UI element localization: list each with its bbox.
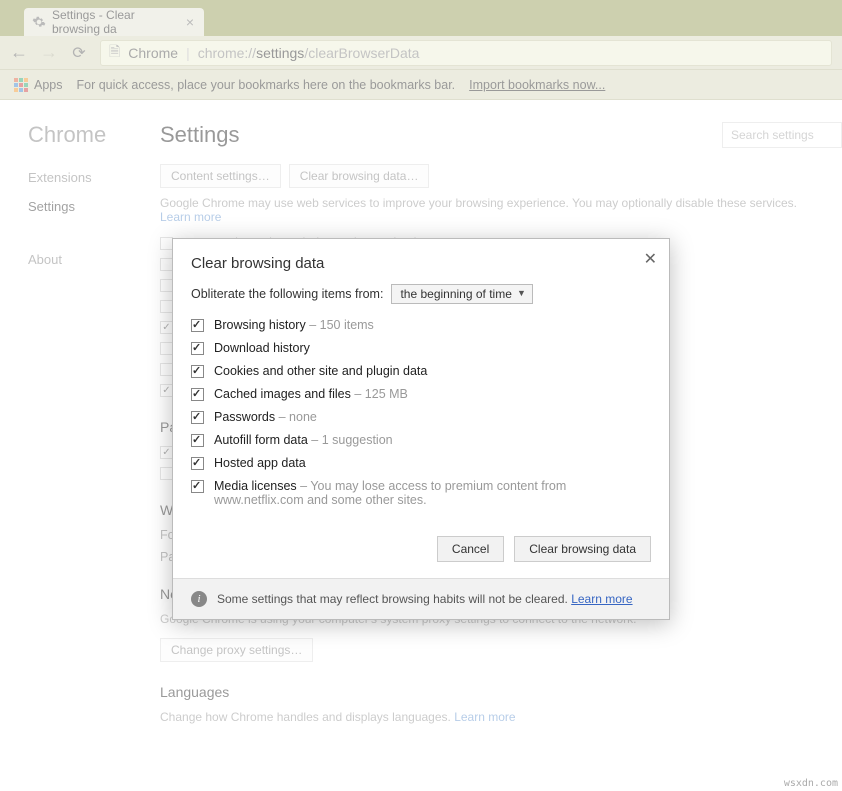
option-label: Download history: [214, 341, 310, 355]
checkbox[interactable]: [191, 342, 204, 355]
info-icon: i: [191, 591, 207, 607]
checkbox[interactable]: [191, 411, 204, 424]
cancel-button[interactable]: Cancel: [437, 536, 504, 562]
dialog-footer: i Some settings that may reflect browsin…: [173, 578, 669, 619]
source-watermark: wsxdn.com: [784, 778, 838, 789]
range-label: Obliterate the following items from:: [191, 287, 383, 301]
clear-data-option[interactable]: Hosted app data: [191, 456, 651, 470]
checkbox[interactable]: [191, 365, 204, 378]
checkbox[interactable]: [191, 457, 204, 470]
clear-data-option[interactable]: Download history: [191, 341, 651, 355]
option-label: Cookies and other site and plugin data: [214, 364, 427, 378]
clear-data-option[interactable]: Passwords – none: [191, 410, 651, 424]
checkbox[interactable]: [191, 480, 204, 493]
option-label: Cached images and files: [214, 387, 351, 401]
clear-data-option[interactable]: Cookies and other site and plugin data: [191, 364, 651, 378]
checkbox[interactable]: [191, 319, 204, 332]
option-label: Hosted app data: [214, 456, 306, 470]
option-detail: – none: [279, 410, 317, 424]
clear-browsing-data-dialog: ✕ Clear browsing data Obliterate the fol…: [172, 238, 670, 620]
clear-data-option[interactable]: Browsing history – 150 items: [191, 318, 651, 332]
clear-data-option[interactable]: Autofill form data – 1 suggestion: [191, 433, 651, 447]
clear-data-button[interactable]: Clear browsing data: [514, 536, 651, 562]
learn-more-link[interactable]: Learn more: [571, 592, 632, 606]
clear-data-option[interactable]: Media licenses – You may lose access to …: [191, 479, 651, 507]
option-label: Autofill form data: [214, 433, 308, 447]
dialog-title: Clear browsing data: [173, 239, 669, 278]
option-detail: – 125 MB: [354, 387, 408, 401]
option-label: Media licenses: [214, 479, 297, 493]
close-icon[interactable]: ✕: [644, 249, 657, 269]
clear-data-option[interactable]: Cached images and files – 125 MB: [191, 387, 651, 401]
checkbox[interactable]: [191, 434, 204, 447]
option-detail: – 150 items: [309, 318, 374, 332]
option-detail: – 1 suggestion: [311, 433, 392, 447]
modal-overlay: ✕ Clear browsing data Obliterate the fol…: [0, 0, 842, 791]
option-label: Passwords: [214, 410, 275, 424]
time-range-dropdown[interactable]: the beginning of time: [391, 284, 532, 304]
option-label: Browsing history: [214, 318, 306, 332]
checkbox[interactable]: [191, 388, 204, 401]
